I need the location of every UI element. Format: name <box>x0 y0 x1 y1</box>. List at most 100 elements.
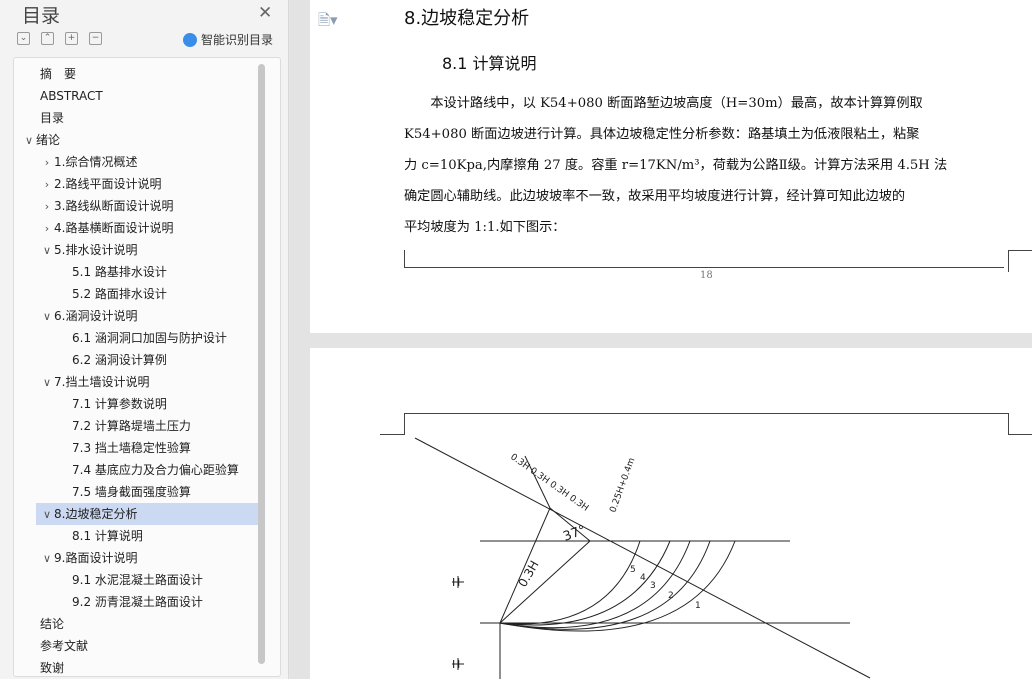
chevron-right-icon[interactable]: › <box>40 152 54 174</box>
expand-up-icon[interactable]: ⌃ <box>41 32 54 45</box>
toc-item[interactable]: ∨ 9.路面设计说明 <box>40 547 137 569</box>
toc-item[interactable]: ∨ 8.边坡稳定分析 <box>36 503 262 525</box>
toc-item[interactable]: 7.5 墙身截面强度验算 <box>72 481 191 503</box>
section-heading: 8.边坡稳定分析 <box>404 8 530 29</box>
toc-item[interactable]: 摘 要 <box>22 63 76 85</box>
toc-item[interactable]: 7.3 挡土墙稳定性验算 <box>72 437 191 459</box>
toc-item-label: 1.综合情况概述 <box>54 155 138 169</box>
toc-item[interactable]: 5.1 路基排水设计 <box>72 261 167 283</box>
dim-label: 0.25H+0.4m <box>608 457 637 514</box>
toc-item-label: 7.4 基底应力及合力偏心距验算 <box>72 463 239 477</box>
chevron-down-icon[interactable]: ∨ <box>40 372 54 394</box>
toc-item[interactable]: ∨ 绪论 <box>22 129 60 151</box>
toc-item-label: 摘 要 <box>40 67 77 81</box>
h-label: H <box>452 576 460 589</box>
toc-item[interactable]: 致谢 <box>22 657 65 676</box>
chevron-right-icon[interactable]: › <box>40 218 54 240</box>
paragraph-line: 力 c=10Kpa,内摩擦角 27 度。容重 r=17KN/m³，荷载为公路Ⅱ级… <box>404 158 948 173</box>
toc-item-label: 9.1 水泥混凝土路面设计 <box>72 573 203 587</box>
toc-item[interactable]: 7.4 基底应力及合力偏心距验算 <box>72 459 239 481</box>
toc-list: 摘 要 ABSTRACT 目录 ∨ 绪论 › 1.综合情况概述 › 2.路线平面设计说明 › 3.路… <box>13 57 281 677</box>
toc-item-label: 6.2 涵洞设计算例 <box>72 353 167 367</box>
toc-item[interactable]: 5.2 路面排水设计 <box>72 283 167 305</box>
chevron-right-icon[interactable]: › <box>40 196 54 218</box>
toc-item-label: 4.路基横断面设计说明 <box>54 221 174 235</box>
toc-item-label: 8.1 计算说明 <box>72 529 143 543</box>
paragraph-line: K54+080 断面边坡进行计算。具体边坡稳定性分析参数：路基填土为低液限粘土，… <box>404 127 920 142</box>
chevron-down-icon[interactable]: ∨ <box>40 548 54 570</box>
toc-item-label: 7.挡土墙设计说明 <box>54 375 150 389</box>
corner-mark <box>1008 250 1032 251</box>
toc-item-label: 5.1 路基排水设计 <box>72 265 167 279</box>
paragraph-line: 平均坡度为 1:1.如下图示： <box>404 220 566 235</box>
collapse-all-icon[interactable]: ⌄ <box>17 32 30 45</box>
toc-item[interactable]: 参考文献 <box>22 635 88 657</box>
toc-item-label: 3.路线纵断面设计说明 <box>54 199 174 213</box>
toc-scrollbar[interactable] <box>258 64 265 664</box>
toc-item[interactable]: 6.1 涵洞洞口加固与防护设计 <box>72 327 227 349</box>
arc-label: 4 <box>640 573 646 583</box>
toc-item[interactable]: 9.2 沥青混凝土路面设计 <box>72 591 203 613</box>
toc-item[interactable]: ABSTRACT <box>22 85 103 107</box>
page-number: 18 <box>700 270 713 281</box>
toc-pane: 目录 ✕ ⌄ ⌃ + − 智能识别目录 摘 要 ABSTRACT 目录 ∨ 绪论 › 1.综… <box>0 0 289 679</box>
document-icon[interactable]: 🗎▾ <box>318 10 338 35</box>
toc-item-label: 7.1 计算参数说明 <box>72 397 167 411</box>
arc-label: 2 <box>668 591 674 601</box>
add-level-icon[interactable]: + <box>65 32 78 45</box>
toc-item[interactable]: 7.1 计算参数说明 <box>72 393 167 415</box>
toc-item-label: 结论 <box>40 617 65 631</box>
document-view: 8.边坡稳定分析 8.1 计算说明 本设计路线中，以 K54+080 断面路堑边… <box>290 0 1032 679</box>
toc-item[interactable]: 8.1 计算说明 <box>72 525 143 547</box>
toc-item-label: 8.边坡稳定分析 <box>54 507 138 521</box>
toc-item[interactable]: ∨ 7.挡土墙设计说明 <box>40 371 149 393</box>
toc-item[interactable]: › 1.综合情况概述 <box>40 151 138 174</box>
h-label: H <box>452 658 460 671</box>
ai-icon <box>183 33 197 47</box>
toc-item-label: 6.涵洞设计说明 <box>54 309 138 323</box>
toc-item[interactable]: 7.2 计算路堤墙土压力 <box>72 415 191 437</box>
subsection-heading: 8.1 计算说明 <box>442 54 537 73</box>
arc-label: 3 <box>650 581 656 591</box>
toc-item-label: 致谢 <box>40 661 65 675</box>
toc-item[interactable]: ∨ 5.排水设计说明 <box>40 239 137 261</box>
corner-mark <box>1008 250 1009 272</box>
toc-item[interactable]: 9.1 水泥混凝土路面设计 <box>72 569 203 591</box>
toc-item[interactable]: 6.2 涵洞设计算例 <box>72 349 167 371</box>
chevron-down-icon[interactable]: ∨ <box>22 130 36 152</box>
toc-item-label: 7.5 墙身截面强度验算 <box>72 485 191 499</box>
toc-item-label: 绪论 <box>36 133 61 147</box>
page-19: 0.3H 0.3H 0.3H 0.3H 0.25H+0.4m 37° 0.3H … <box>310 348 1032 679</box>
toc-item-label: 5.2 路面排水设计 <box>72 287 167 301</box>
toc-item-label: 目录 <box>40 111 65 125</box>
toc-title: 目录 <box>22 5 61 27</box>
chevron-right-icon[interactable]: › <box>40 174 54 196</box>
toc-item[interactable]: 结论 <box>22 613 64 635</box>
arc-label: 1 <box>695 601 701 611</box>
toc-item[interactable]: › 3.路线纵断面设计说明 <box>40 195 174 218</box>
toc-item-label: ABSTRACT <box>40 89 103 103</box>
chevron-down-icon[interactable]: ∨ <box>40 240 54 262</box>
toc-item-label: 7.3 挡土墙稳定性验算 <box>72 441 191 455</box>
slope-face <box>499 540 591 624</box>
footer-rule <box>404 267 1004 268</box>
toc-item-label: 6.1 涵洞洞口加固与防护设计 <box>72 331 227 345</box>
arc-label: 5 <box>630 565 636 575</box>
remove-level-icon[interactable]: − <box>89 32 102 45</box>
page-18: 8.边坡稳定分析 8.1 计算说明 本设计路线中，以 K54+080 断面路堑边… <box>310 0 1032 333</box>
toc-item[interactable]: › 2.路线平面设计说明 <box>40 173 162 196</box>
chevron-down-icon[interactable]: ∨ <box>40 306 54 328</box>
dim-label: 0.3H 0.3H 0.3H 0.3H <box>508 452 590 513</box>
ai-toc-button[interactable]: 智能识别目录 <box>183 31 273 48</box>
toc-item[interactable]: › 4.路基横断面设计说明 <box>40 217 174 240</box>
toc-item-label: 7.2 计算路堤墙土压力 <box>72 419 191 433</box>
slope-stability-figure: 0.3H 0.3H 0.3H 0.3H 0.25H+0.4m 37° 0.3H … <box>414 437 871 679</box>
toc-item[interactable]: 目录 <box>22 107 64 129</box>
toc-item[interactable]: ∨ 6.涵洞设计说明 <box>40 305 137 327</box>
paragraph-line: 本设计路线中，以 K54+080 断面路堑边坡高度（H=30m）最高，故本计算算… <box>404 96 923 111</box>
ai-toc-label: 智能识别目录 <box>201 33 274 47</box>
chevron-down-icon[interactable]: ∨ <box>40 504 54 526</box>
toc-item-label: 参考文献 <box>40 639 89 653</box>
slope-line <box>414 437 871 679</box>
close-icon[interactable]: ✕ <box>258 3 272 23</box>
